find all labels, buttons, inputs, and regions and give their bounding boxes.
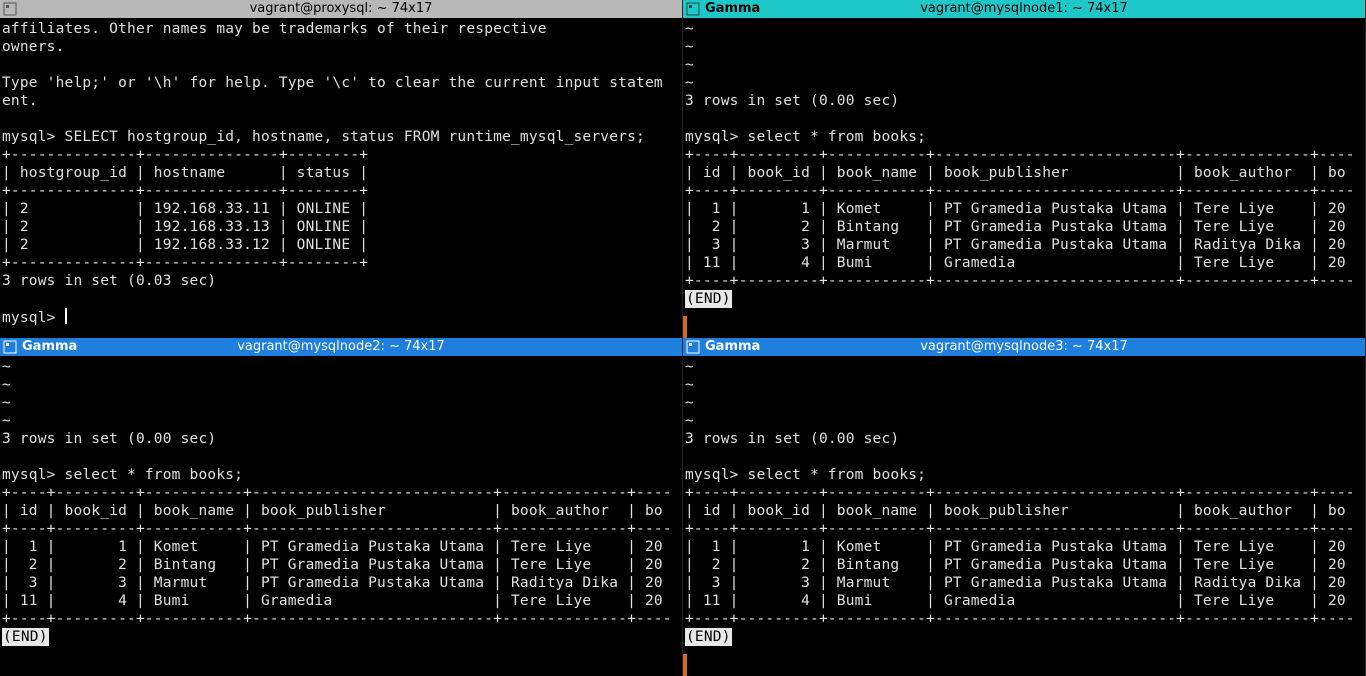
pane-mysqlnode3[interactable]: Gamma vagrant@mysqlnode3: ~ 74x17 ~ ~ ~ … (683, 338, 1366, 676)
terminal-output[interactable]: ~ ~ ~ ~ 3 rows in set (0.00 sec) mysql> … (683, 356, 1365, 676)
pane-mysqlnode1[interactable]: Gamma vagrant@mysqlnode1: ~ 74x17 ~ ~ ~ … (683, 0, 1366, 338)
titlebar-mysqlnode3[interactable]: Gamma vagrant@mysqlnode3: ~ 74x17 (683, 338, 1365, 356)
pane-proxysql[interactable]: vagrant@proxysql: ~ 74x17 affiliates. Ot… (0, 0, 683, 338)
window-title: vagrant@mysqlnode2: ~ 74x17 (0, 338, 682, 356)
window-menu-icon[interactable] (2, 339, 18, 355)
window-menu-icon[interactable] (2, 1, 18, 17)
window-title: vagrant@proxysql: ~ 74x17 (0, 0, 682, 18)
app-name: Gamma (705, 338, 768, 356)
terminal-output[interactable]: ~ ~ ~ ~ 3 rows in set (0.00 sec) mysql> … (0, 356, 682, 676)
status-indicator (683, 316, 687, 338)
titlebar-mysqlnode1[interactable]: Gamma vagrant@mysqlnode1: ~ 74x17 (683, 0, 1365, 18)
pane-mysqlnode2[interactable]: Gamma vagrant@mysqlnode2: ~ 74x17 ~ ~ ~ … (0, 338, 683, 676)
window-menu-icon[interactable] (685, 1, 701, 17)
pager-end: (END) (685, 628, 732, 646)
pager-end: (END) (2, 628, 49, 646)
pager-end: (END) (685, 290, 732, 308)
terminal-output[interactable]: ~ ~ ~ ~ 3 rows in set (0.00 sec) mysql> … (683, 18, 1365, 338)
terminal-output[interactable]: affiliates. Other names may be trademark… (0, 18, 682, 338)
window-menu-icon[interactable] (685, 339, 701, 355)
titlebar-proxysql[interactable]: vagrant@proxysql: ~ 74x17 (0, 0, 682, 18)
status-indicator (683, 654, 687, 676)
titlebar-mysqlnode2[interactable]: Gamma vagrant@mysqlnode2: ~ 74x17 (0, 338, 682, 356)
app-name: Gamma (22, 338, 85, 356)
text-cursor (65, 308, 67, 324)
window-title: vagrant@mysqlnode3: ~ 74x17 (683, 338, 1365, 356)
window-title: vagrant@mysqlnode1: ~ 74x17 (683, 0, 1365, 18)
app-name: Gamma (705, 0, 768, 18)
